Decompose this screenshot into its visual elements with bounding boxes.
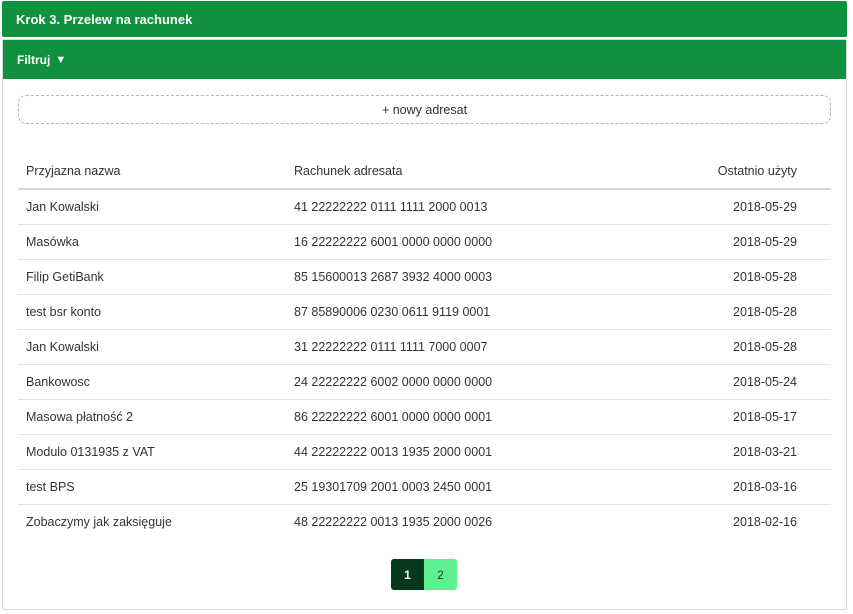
filter-label: Filtruj — [17, 52, 51, 67]
cell-last-used: 2018-05-29 — [626, 224, 831, 260]
table-row[interactable]: Modulo 0131935 z VAT 44 22222222 0013 19… — [18, 434, 831, 470]
cell-account: 48 22222222 0013 1935 2000 0026 — [294, 514, 493, 529]
page-button-2[interactable]: 2 — [424, 559, 457, 590]
table-row[interactable]: Filip GetiBank 85 15600013 2687 3932 400… — [18, 259, 831, 295]
cell-name: Jan Kowalski — [18, 189, 286, 225]
cell-account: 44 22222222 0013 1935 2000 0001 — [286, 434, 626, 470]
cell-name: Modulo 0131935 z VAT — [18, 434, 286, 470]
cell-name: Masowa płatność 2 — [18, 399, 286, 435]
recipients-table: Przyjazna nazwa Rachunek adresata Ostatn… — [18, 153, 831, 539]
new-recipient-button[interactable]: + nowy adresat — [18, 95, 831, 124]
cell-name: test bsr konto — [18, 294, 286, 330]
step-header: Krok 3. Przelew na rachunek — [2, 1, 847, 37]
cell-last-used: 2018-05-29 — [626, 189, 831, 225]
recipients-panel: Filtruj ▼ + nowy adresat Przyjazna nazwa… — [2, 39, 847, 610]
cell-name: Masówka — [18, 224, 286, 260]
cell-account: 85 15600013 2687 3932 4000 0003 — [286, 259, 626, 295]
header-account[interactable]: Rachunek adresata — [286, 153, 626, 190]
cell-account: 24 22222222 6002 0000 0000 0000 — [286, 364, 626, 400]
page-button-1[interactable]: 1 — [391, 559, 424, 590]
caret-down-icon: ▼ — [55, 53, 67, 66]
cell-account: 16 22222222 6001 0000 0000 0000 — [286, 224, 626, 260]
cell-last-used: 2018-03-21 — [626, 434, 831, 470]
pagination: 1 2 — [391, 559, 457, 590]
filter-toggle[interactable]: Filtruj ▼ — [3, 40, 846, 79]
cell-last-used: 2018-05-17 — [626, 399, 831, 435]
table-row[interactable]: Jan Kowalski 41 22222222 0111 1111 2000 … — [18, 189, 831, 225]
cell-name: Filip GetiBank — [18, 259, 286, 295]
cell-last-used: 2018-05-24 — [626, 364, 831, 400]
table-row[interactable]: Jan Kowalski 31 22222222 0111 1111 7000 … — [18, 329, 831, 365]
table-header-row: Przyjazna nazwa Rachunek adresata Ostatn… — [18, 153, 831, 190]
cell-account: 87 85890006 0230 0611 9119 0001 — [286, 294, 626, 330]
table-row[interactable]: Bankowosc 24 22222222 6002 0000 0000 000… — [18, 364, 831, 400]
table-row[interactable]: Masowa płatność 2 86 22222222 6001 0000 … — [18, 399, 831, 435]
cell-last-used: 2018-02-16 — [733, 514, 797, 529]
cell-last-used: 2018-05-28 — [626, 294, 831, 330]
table-row[interactable]: Zobaczymy jak zaksięguje 48 22222222 001… — [18, 504, 831, 539]
cell-last-used: 2018-05-28 — [626, 259, 831, 295]
cell-name: test BPS — [18, 469, 286, 505]
cell-last-used: 2018-03-16 — [626, 469, 831, 505]
header-name[interactable]: Przyjazna nazwa — [18, 153, 286, 190]
cell-account: 31 22222222 0111 1111 7000 0007 — [286, 329, 626, 365]
table-row[interactable]: test BPS 25 19301709 2001 0003 2450 0001… — [18, 469, 831, 505]
cell-name: Bankowosc — [18, 364, 286, 400]
header-last-used[interactable]: Ostatnio użyty — [626, 153, 831, 190]
step-title: Krok 3. Przelew na rachunek — [16, 11, 193, 27]
cell-last-used: 2018-05-28 — [626, 329, 831, 365]
cell-name: Jan Kowalski — [18, 329, 286, 365]
cell-account: 25 19301709 2001 0003 2450 0001 — [286, 469, 626, 505]
cell-account: 41 22222222 0111 1111 2000 0013 — [286, 189, 626, 225]
table-row[interactable]: test bsr konto 87 85890006 0230 0611 911… — [18, 294, 831, 330]
cell-name: Zobaczymy jak zaksięguje — [26, 514, 172, 529]
table-row[interactable]: Masówka 16 22222222 6001 0000 0000 0000 … — [18, 224, 831, 260]
cell-account: 86 22222222 6001 0000 0000 0001 — [286, 399, 626, 435]
